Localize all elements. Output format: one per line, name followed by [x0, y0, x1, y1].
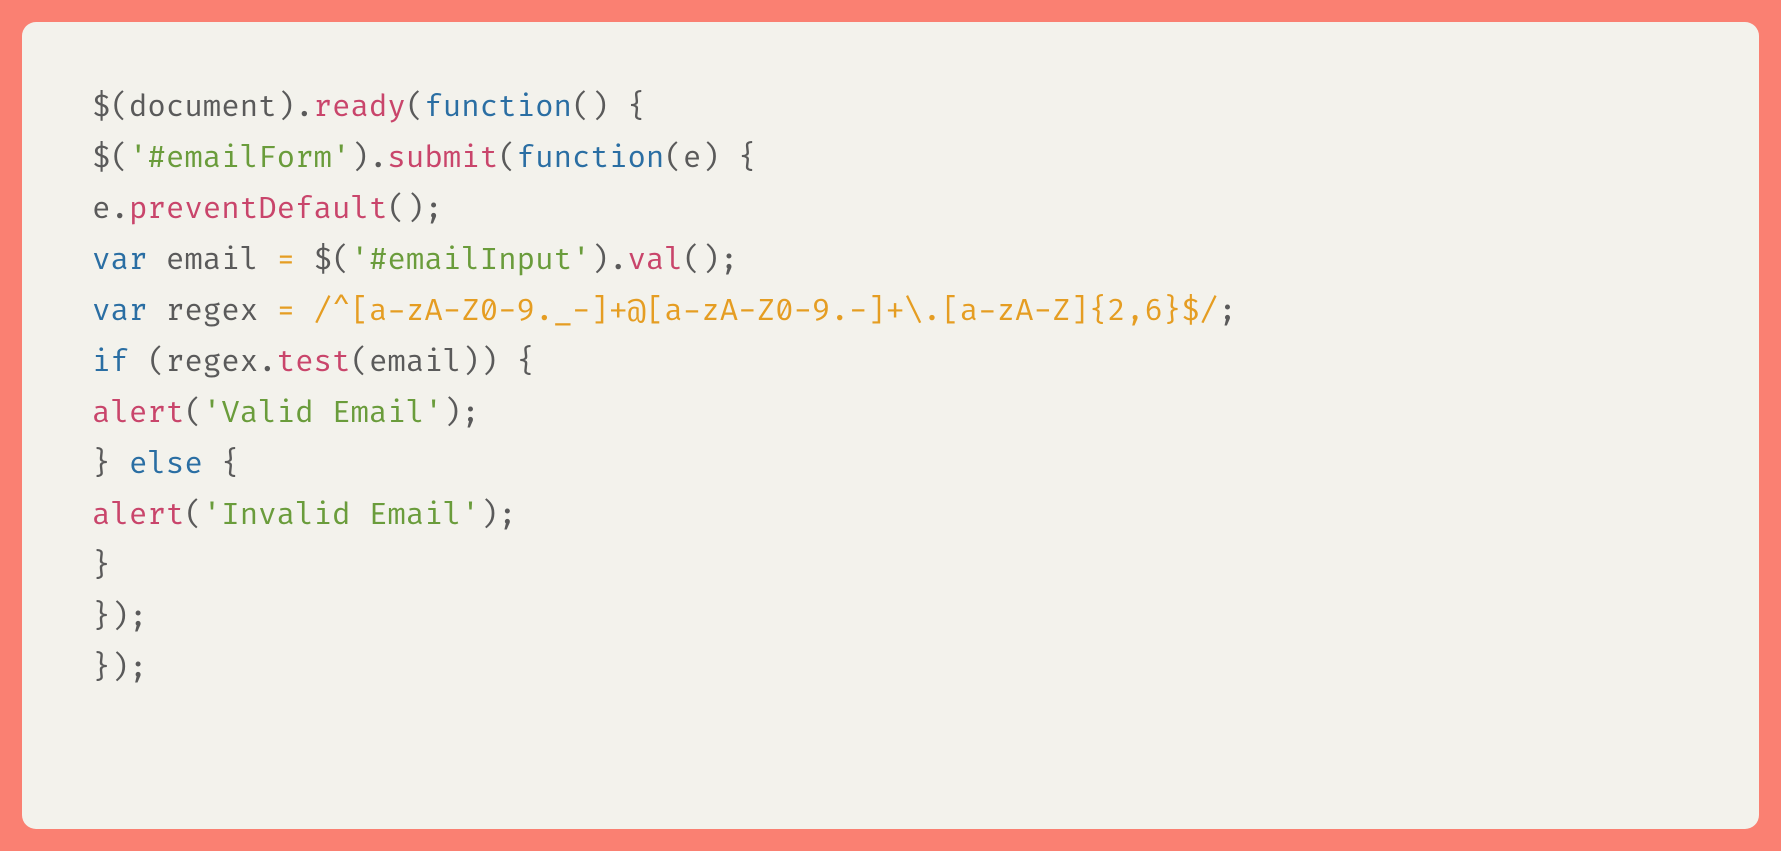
- code-token: }: [92, 548, 110, 585]
- code-token: $: [92, 89, 110, 126]
- code-token: /^[a-zA-Z0-9._-]+@[a-zA-Z0-9.-]+\.[a-zA-…: [314, 293, 1219, 330]
- code-token: });: [92, 599, 147, 636]
- code-token: ();: [683, 242, 738, 279]
- code-line: $(document).ready(function() {: [92, 82, 1689, 133]
- code-token: (: [184, 497, 202, 534]
- code-token: if: [92, 344, 129, 381]
- code-token: function: [424, 89, 572, 126]
- code-token: ;: [1218, 293, 1236, 330]
- code-token: );: [443, 395, 480, 432]
- code-token: '#emailInput': [351, 242, 591, 279]
- code-block: $(document).ready(function() {$('#emailF…: [22, 22, 1759, 829]
- code-token: }: [92, 446, 129, 483]
- code-token: alert: [92, 395, 184, 432]
- code-token: 'Invalid Email': [203, 497, 480, 534]
- code-token: =: [277, 242, 295, 279]
- code-token: =: [277, 293, 295, 330]
- code-token: ready: [314, 89, 406, 126]
- code-token: regex: [147, 293, 276, 330]
- code-token: $: [92, 140, 110, 177]
- code-token: (e) {: [664, 140, 756, 177]
- code-line: });: [92, 592, 1689, 643]
- code-token: ();: [387, 191, 442, 228]
- code-token: () {: [572, 89, 646, 126]
- code-token: 'Valid Email': [203, 395, 443, 432]
- code-token: (email)) {: [351, 344, 536, 381]
- code-token: (document).: [110, 89, 313, 126]
- code-line: });: [92, 643, 1689, 694]
- code-token: submit: [387, 140, 498, 177]
- code-line: var regex = /^[a-zA-Z0-9._-]+@[a-zA-Z0-9…: [92, 286, 1689, 337]
- code-content: $(document).ready(function() {$('#emailF…: [92, 82, 1689, 694]
- code-token: alert: [92, 497, 184, 534]
- code-line: } else {: [92, 439, 1689, 490]
- code-token: (: [184, 395, 202, 432]
- code-token: e.: [92, 191, 129, 228]
- code-line: $('#emailForm').submit(function(e) {: [92, 133, 1689, 184]
- code-token: '#emailForm': [129, 140, 351, 177]
- code-token: var: [92, 242, 147, 279]
- code-line: }: [92, 541, 1689, 592]
- code-token: (: [110, 140, 128, 177]
- code-line: alert('Valid Email');: [92, 388, 1689, 439]
- code-token: $: [314, 242, 332, 279]
- code-line: if (regex.test(email)) {: [92, 337, 1689, 388]
- code-token: (: [498, 140, 516, 177]
- code-line: e.preventDefault();: [92, 184, 1689, 235]
- code-token: preventDefault: [129, 191, 387, 228]
- code-token: email: [147, 242, 276, 279]
- code-token: test: [277, 344, 351, 381]
- code-token: [295, 242, 313, 279]
- code-token: (regex.: [129, 344, 277, 381]
- code-token: ).: [350, 140, 387, 177]
- code-token: (: [406, 89, 424, 126]
- code-token: {: [203, 446, 240, 483]
- code-token: (: [332, 242, 350, 279]
- code-token: ).: [591, 242, 628, 279]
- code-token: );: [480, 497, 517, 534]
- code-token: val: [627, 242, 682, 279]
- code-line: alert('Invalid Email');: [92, 490, 1689, 541]
- code-token: var: [92, 293, 147, 330]
- code-token: [295, 293, 313, 330]
- code-token: else: [129, 446, 203, 483]
- code-line: var email = $('#emailInput').val();: [92, 235, 1689, 286]
- code-token: function: [517, 140, 665, 177]
- code-token: });: [92, 650, 147, 687]
